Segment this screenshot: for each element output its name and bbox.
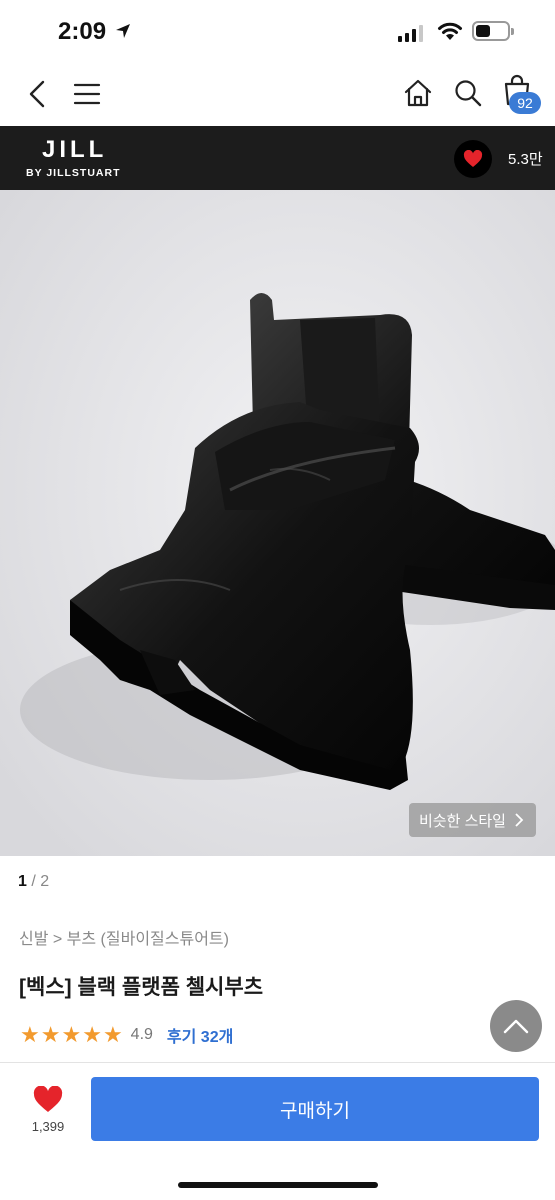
- pager-current: 1: [18, 873, 27, 890]
- rating-row: ★ ★ ★ ★ ★ 4.9 후기 32개: [20, 1023, 233, 1047]
- status-bar: 2:09: [0, 0, 555, 64]
- back-icon[interactable]: [26, 80, 48, 108]
- star-icon: ★: [82, 1022, 102, 1047]
- boots-illustration: [0, 190, 555, 856]
- brand-sub-logo: BY JILLSTUART: [26, 167, 121, 179]
- bag-count-badge[interactable]: 92: [509, 92, 541, 114]
- wishlist-count: 1,399: [31, 1119, 65, 1134]
- buy-button[interactable]: 구매하기: [91, 1077, 539, 1141]
- menu-icon[interactable]: [73, 82, 101, 106]
- chevron-up-icon: [503, 1019, 529, 1034]
- battery-icon: [472, 21, 510, 41]
- star-icon: ★: [102, 1022, 123, 1047]
- similar-style-button[interactable]: 비슷한 스타일: [409, 803, 536, 837]
- brand-logo[interactable]: JILL: [42, 136, 107, 164]
- home-icon[interactable]: [403, 78, 433, 108]
- star-icon: ★: [61, 1022, 82, 1047]
- product-page: 2:09 92 JILL BY JILLSTUART 5.3만 비슷한 스타일 …: [0, 0, 555, 1200]
- product-image[interactable]: [0, 190, 555, 856]
- star-icon: ★: [20, 1022, 40, 1047]
- brand-like-count: 5.3만: [508, 151, 543, 168]
- heart-icon: [463, 150, 483, 167]
- search-icon[interactable]: [453, 78, 483, 108]
- star-icon: ★: [40, 1022, 61, 1047]
- breadcrumb[interactable]: 신발 > 부츠 (질바이질스튜어트): [19, 925, 229, 949]
- home-indicator: [178, 1182, 378, 1188]
- location-arrow-icon: [116, 24, 130, 38]
- wishlist-heart-icon[interactable]: [33, 1086, 63, 1113]
- wifi-icon: [438, 22, 462, 40]
- scroll-to-top-button[interactable]: [490, 1000, 542, 1052]
- battery-tip: [511, 28, 514, 35]
- status-time: 2:09: [58, 18, 107, 45]
- battery-level: [476, 25, 490, 37]
- brand-like-button[interactable]: [454, 140, 492, 178]
- image-pager: 1 / 2: [18, 873, 49, 891]
- rating-value: 4.9: [130, 1026, 153, 1043]
- pager-total: / 2: [26, 873, 50, 890]
- chevron-right-icon: [515, 813, 524, 827]
- similar-style-label: 비슷한 스타일: [419, 812, 506, 830]
- star-rating: ★ ★ ★ ★ ★: [20, 1024, 123, 1046]
- review-link[interactable]: 후기 32개: [167, 1023, 233, 1047]
- product-title: [벡스] 블랙 플랫폼 첼시부츠: [19, 976, 264, 999]
- cellular-signal-icon: [398, 24, 423, 42]
